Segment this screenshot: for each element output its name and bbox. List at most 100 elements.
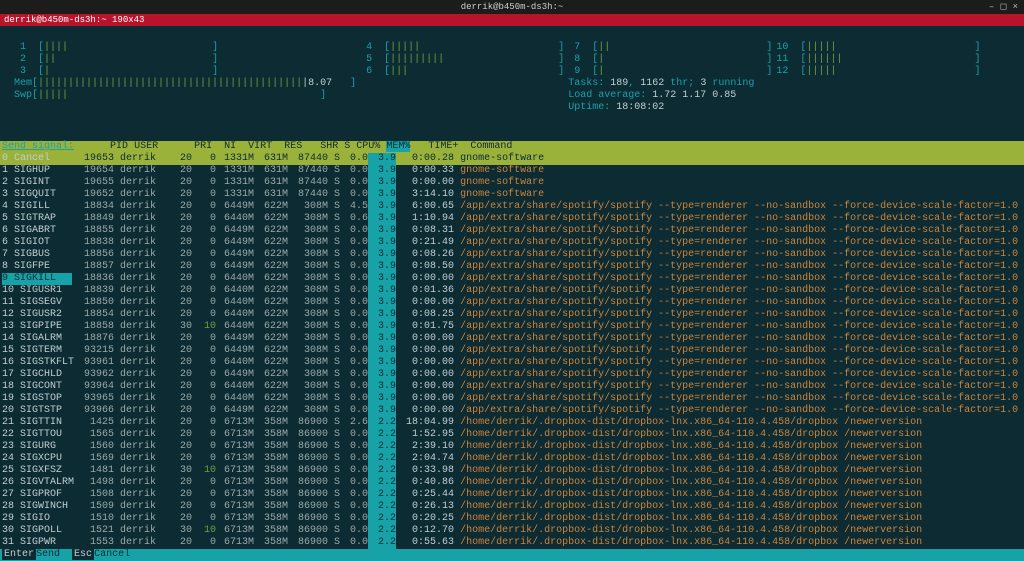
process-row[interactable]: 22 SIGTTOU 1565 derrik 20 0 6713M 358M 8… xyxy=(0,429,1024,441)
col-s[interactable]: S xyxy=(344,141,350,152)
process-row[interactable]: 12 SIGUSR2 18854 derrik 20 0 6440M 622M … xyxy=(0,309,1024,321)
process-row[interactable]: 10 SIGUSR1 18839 derrik 20 0 6440M 622M … xyxy=(0,285,1024,297)
cell-res: 358M xyxy=(254,477,288,489)
signal-menu-item[interactable]: 24 SIGXCPU xyxy=(2,453,72,465)
process-row[interactable]: 13 SIGPIPE 18858 derrik 30 10 6440M 622M… xyxy=(0,321,1024,333)
process-row[interactable]: 6 SIGABRT 18855 derrik 20 0 6449M 622M 3… xyxy=(0,225,1024,237)
process-row[interactable]: 14 SIGALRM 18876 derrik 20 0 6449M 622M … xyxy=(0,333,1024,345)
signal-menu-item[interactable]: 8 SIGFPE xyxy=(2,261,72,273)
minimize-icon[interactable]: – xyxy=(989,2,994,12)
signal-menu-item[interactable]: 26 SIGVTALRM xyxy=(2,477,72,489)
process-row[interactable]: 23 SIGURG 1560 derrik 20 0 6713M 358M 86… xyxy=(0,441,1024,453)
col-shr[interactable]: SHR xyxy=(320,141,338,152)
process-row[interactable]: 21 SIGTTIN 1425 derrik 20 0 6713M 358M 8… xyxy=(0,417,1024,429)
process-row[interactable]: 11 SIGSEGV 18850 derrik 20 0 6440M 622M … xyxy=(0,297,1024,309)
signal-menu-item[interactable]: 0 Cancel xyxy=(2,153,72,165)
cell-shr: 86900 xyxy=(288,537,328,549)
signal-menu-item[interactable]: 4 SIGILL xyxy=(2,201,72,213)
process-row[interactable]: 16 SIGSTKFLT 93961 derrik 20 0 6440M 622… xyxy=(0,357,1024,369)
signal-menu-item[interactable]: 9 SIGKILL xyxy=(2,273,72,285)
col-pid[interactable]: PID xyxy=(110,141,128,152)
cell-time: 0:00.28 xyxy=(396,153,454,165)
signal-menu-item[interactable]: 11 SIGSEGV xyxy=(2,297,72,309)
process-row[interactable]: 19 SIGSTOP 93965 derrik 20 0 6440M 622M … xyxy=(0,393,1024,405)
process-row[interactable]: 7 SIGBUS 18856 derrik 20 0 6449M 622M 30… xyxy=(0,249,1024,261)
process-row[interactable]: 18 SIGCONT 93964 derrik 20 0 6440M 622M … xyxy=(0,381,1024,393)
cell-mem: 3.9 xyxy=(368,285,396,297)
signal-menu-item[interactable]: 23 SIGURG xyxy=(2,441,72,453)
signal-menu-item[interactable]: 17 SIGCHLD xyxy=(2,369,72,381)
col-cpu[interactable]: CPU% xyxy=(356,141,380,152)
close-icon[interactable]: × xyxy=(1013,2,1018,12)
col-user[interactable]: USER xyxy=(134,141,158,152)
signal-menu-item[interactable]: 5 SIGTRAP xyxy=(2,213,72,225)
signal-menu-item[interactable]: 25 SIGXFSZ xyxy=(2,465,72,477)
signal-menu-item[interactable]: 15 SIGTERM xyxy=(2,345,72,357)
signal-menu-item[interactable]: 20 SIGTSTP xyxy=(2,405,72,417)
col-res[interactable]: RES xyxy=(284,141,302,152)
signal-menu-item[interactable]: 22 SIGTTOU xyxy=(2,429,72,441)
cell-res: 622M xyxy=(254,393,288,405)
process-row[interactable]: 0 Cancel 19653 derrik 20 0 1331M 631M 87… xyxy=(0,153,1024,165)
cell-time: 0:00.00 xyxy=(396,177,454,189)
process-row[interactable]: 15 SIGTERM 93215 derrik 20 0 6449M 622M … xyxy=(0,345,1024,357)
signal-menu-item[interactable]: 6 SIGIOT xyxy=(2,237,72,249)
signal-menu-item[interactable]: 29 SIGIO xyxy=(2,513,72,525)
signal-menu-item[interactable]: 14 SIGALRM xyxy=(2,333,72,345)
process-row[interactable]: 30 SIGPOLL 1521 derrik 30 10 6713M 358M … xyxy=(0,525,1024,537)
signal-menu-item[interactable]: 7 SIGBUS xyxy=(2,249,72,261)
signal-menu-item[interactable]: 10 SIGUSR1 xyxy=(2,285,72,297)
signal-menu-item[interactable]: 31 SIGPWR xyxy=(2,537,72,549)
signal-menu-item[interactable]: 28 SIGWINCH xyxy=(2,501,72,513)
process-row[interactable]: 1 SIGHUP 19654 derrik 20 0 1331M 631M 87… xyxy=(0,165,1024,177)
signal-menu-item[interactable]: 30 SIGPOLL xyxy=(2,525,72,537)
signal-menu-item[interactable]: 16 SIGSTKFLT xyxy=(2,357,72,369)
process-row[interactable]: 27 SIGPROF 1508 derrik 20 0 6713M 358M 8… xyxy=(0,489,1024,501)
process-row[interactable]: 6 SIGIOT 18838 derrik 20 0 6449M 622M 30… xyxy=(0,237,1024,249)
cell-time: 0:00.00 xyxy=(396,405,454,417)
signal-menu-item[interactable]: 12 SIGUSR2 xyxy=(2,309,72,321)
col-command[interactable]: Command xyxy=(470,141,512,152)
cell-user: derrik xyxy=(120,345,168,356)
signal-menu-item[interactable]: 21 SIGTTIN xyxy=(2,417,72,429)
column-header-row: Send signal: PID USER PRI NI VIRT RES SH… xyxy=(0,141,1024,153)
process-row[interactable]: 28 SIGWINCH 1509 derrik 20 0 6713M 358M … xyxy=(0,501,1024,513)
signal-menu-item[interactable]: 6 SIGABRT xyxy=(2,225,72,237)
col-pri[interactable]: PRI xyxy=(194,141,212,152)
process-row[interactable]: 29 SIGIO 1510 derrik 20 0 6713M 358M 869… xyxy=(0,513,1024,525)
process-row[interactable]: 9 SIGKILL 18836 derrik 20 0 6440M 622M 3… xyxy=(0,273,1024,285)
maximize-icon[interactable]: ◻ xyxy=(1000,2,1007,12)
terminal-tab-label[interactable]: derrik@b450m-ds3h:~ 190x43 xyxy=(4,15,144,25)
process-row[interactable]: 4 SIGILL 18834 derrik 20 0 6449M 622M 30… xyxy=(0,201,1024,213)
process-row[interactable]: 2 SIGINT 19655 derrik 20 0 1331M 631M 87… xyxy=(0,177,1024,189)
cell-pri: 20 xyxy=(168,489,192,501)
process-row[interactable]: 24 SIGXCPU 1569 derrik 20 0 6713M 358M 8… xyxy=(0,453,1024,465)
process-row[interactable]: 5 SIGTRAP 18849 derrik 20 0 6440M 622M 3… xyxy=(0,213,1024,225)
col-virt[interactable]: VIRT xyxy=(248,141,272,152)
col-mem[interactable]: MEM% xyxy=(386,141,410,152)
process-row[interactable]: 25 SIGXFSZ 1481 derrik 30 10 6713M 358M … xyxy=(0,465,1024,477)
process-row[interactable]: 31 SIGPWR 1553 derrik 20 0 6713M 358M 86… xyxy=(0,537,1024,549)
process-row[interactable]: 26 SIGVTALRM 1498 derrik 20 0 6713M 358M… xyxy=(0,477,1024,489)
cell-shr: 308M xyxy=(288,225,328,237)
process-row[interactable]: 20 SIGTSTP 93966 derrik 20 0 6449M 622M … xyxy=(0,405,1024,417)
cell-command: /app/extra/share/spotify/spotify --type=… xyxy=(460,237,1024,248)
process-row[interactable]: 3 SIGQUIT 19652 derrik 20 0 1331M 631M 8… xyxy=(0,189,1024,201)
signal-menu-item[interactable]: 1 SIGHUP xyxy=(2,165,72,177)
col-ni[interactable]: NI xyxy=(224,141,236,152)
col-time[interactable]: TIME+ xyxy=(428,141,458,152)
signal-menu-item[interactable]: 3 SIGQUIT xyxy=(2,189,72,201)
cell-res: 622M xyxy=(254,201,288,213)
process-row[interactable]: 17 SIGCHLD 93962 derrik 20 0 6449M 622M … xyxy=(0,369,1024,381)
cell-pid: 1425 xyxy=(72,417,114,429)
process-row[interactable]: 8 SIGFPE 18857 derrik 20 0 6449M 622M 30… xyxy=(0,261,1024,273)
cell-command: /home/derrik/.dropbox-dist/dropbox-lnx.x… xyxy=(460,537,922,548)
signal-menu-item[interactable]: 2 SIGINT xyxy=(2,177,72,189)
signal-menu-item[interactable]: 18 SIGCONT xyxy=(2,381,72,393)
cell-virt: 6440M xyxy=(216,285,254,297)
cell-virt: 6713M xyxy=(216,537,254,549)
signal-menu-item[interactable]: 19 SIGSTOP xyxy=(2,393,72,405)
cell-command: /app/extra/share/spotify/spotify --type=… xyxy=(460,309,1024,320)
signal-menu-item[interactable]: 27 SIGPROF xyxy=(2,489,72,501)
signal-menu-item[interactable]: 13 SIGPIPE xyxy=(2,321,72,333)
